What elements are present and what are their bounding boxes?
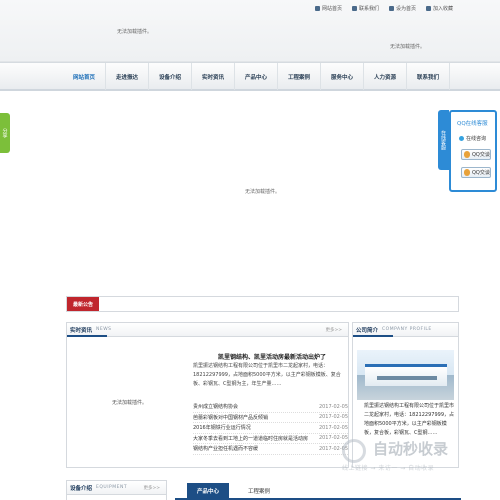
nav-item-cases[interactable]: 工程案例 xyxy=(278,63,321,90)
qq-penguin-icon xyxy=(464,169,470,176)
qq-service-panel: QQ在线客服 在线咨询 QQ交谈 QQ交谈 xyxy=(449,110,497,192)
contact-icon xyxy=(351,6,357,11)
qq-chat-button-2[interactable]: QQ交谈 xyxy=(461,167,491,178)
qq-service-tab[interactable]: 在线客服 xyxy=(438,110,449,170)
main-banner-placeholder: 无法加载插件。 xyxy=(245,189,281,195)
main-nav: 网站首页 走进振达 设备介绍 实时资讯 产品中心 工程案例 服务中心 人力资源 … xyxy=(0,62,500,91)
notice-bar: 最新公告 xyxy=(66,296,459,312)
header-banner-placeholder: 无法加载插件。 xyxy=(390,44,426,50)
home-icon xyxy=(314,6,320,11)
contact-link[interactable]: 联系我们 xyxy=(351,5,379,12)
company-panel-header: 公司简介 COMPANY PROFILE xyxy=(353,323,458,337)
notice-label: 最新公告 xyxy=(67,297,99,311)
header-links: 网站首页 联系我们 设为首页 加入收藏 xyxy=(314,5,453,12)
equipment-title: 设备介绍 xyxy=(70,485,93,492)
watermark-logo-icon xyxy=(342,439,366,463)
building-windows xyxy=(377,376,437,380)
watermark-subtitle: 线上链接 → 来访一 → 自动收录 xyxy=(342,465,435,472)
tab-products[interactable]: 产品中心 xyxy=(187,483,229,498)
watermark: 自动秒收录 线上链接 → 来访一 → 自动收录 xyxy=(330,433,490,481)
qq-online-consult[interactable]: 在线咨询 xyxy=(451,127,495,142)
qq-chat-button-1[interactable]: QQ交谈 xyxy=(461,149,491,160)
nav-item-service[interactable]: 服务中心 xyxy=(321,63,364,90)
online-icon xyxy=(459,136,464,141)
news-more-link[interactable]: 更多>> xyxy=(325,327,342,333)
news-title: 实时资讯 xyxy=(70,327,93,334)
qq-penguin-icon xyxy=(464,151,470,158)
company-title-en: COMPANY PROFILE xyxy=(382,327,432,332)
nav-item-contact[interactable]: 联系我们 xyxy=(407,63,450,90)
nav-item-home[interactable]: 网站首页 xyxy=(63,63,106,90)
featured-news-title[interactable]: 凯里钢结构、凯里活动房最新活动出炉了 xyxy=(218,352,326,361)
equipment-panel-header: 设备介绍 EQUIPMENT 更多>> xyxy=(67,481,166,495)
nav-item-equipment[interactable]: 设备介绍 xyxy=(149,63,192,90)
tab-cases[interactable]: 工程案例 xyxy=(239,483,279,498)
add-favorite-link[interactable]: 加入收藏 xyxy=(425,5,453,12)
homepage-icon xyxy=(388,6,394,11)
list-item[interactable]: 钢结构产业担任机遇而不容缓 2017-02-05 xyxy=(193,444,348,455)
top-header: 网站首页 联系我们 设为首页 加入收藏 无法加载插件。 无法加载插件。 xyxy=(0,0,500,62)
news-image-placeholder: 无法加载插件。 xyxy=(111,399,147,406)
nav-item-about[interactable]: 走进振达 xyxy=(106,63,149,90)
nav-item-products[interactable]: 产品中心 xyxy=(235,63,278,90)
watermark-title: 自动秒收录 xyxy=(373,440,449,458)
news-panel-header: 实时资讯 NEWS 更多>> xyxy=(67,323,348,337)
equipment-more-link[interactable]: 更多>> xyxy=(143,485,160,491)
nav-item-news[interactable]: 实时资讯 xyxy=(192,63,235,90)
company-title: 公司简介 xyxy=(356,327,379,334)
set-homepage-link[interactable]: 设为首页 xyxy=(388,5,416,12)
list-item[interactable]: 贵州成立钢结构协会 2017-02-05 xyxy=(193,402,348,413)
list-item[interactable]: 芭蕾彩钢板对中国钢材产品反倾销 2017-02-05 xyxy=(193,413,348,423)
favorite-icon xyxy=(425,6,431,11)
equipment-title-en: EQUIPMENT xyxy=(96,485,128,490)
equipment-panel: 设备介绍 EQUIPMENT 更多>> xyxy=(66,480,167,500)
qq-service-title: QQ在线客服 xyxy=(457,121,488,127)
home-link[interactable]: 网站首页 xyxy=(314,5,342,12)
title-underline xyxy=(353,335,393,337)
logo-plugin-placeholder: 无法加载插件。 xyxy=(117,29,153,35)
share-tab[interactable]: 分享 xyxy=(0,113,10,153)
list-item[interactable]: 大家冬季去看到工地上的一道道临时住房就是活动房 2017-02-05 xyxy=(193,434,348,444)
company-building-image xyxy=(357,350,454,400)
building-roof xyxy=(365,364,447,386)
news-title-en: NEWS xyxy=(96,327,112,332)
nav-item-hr[interactable]: 人力资源 xyxy=(364,63,407,90)
product-tabs: 产品中心 工程案例 xyxy=(175,480,461,500)
list-item[interactable]: 2016年钢铁行业运行情况 2017-02-05 xyxy=(193,423,348,434)
news-list: 贵州成立钢结构协会 2017-02-05 芭蕾彩钢板对中国钢材产品反倾销 2017-… xyxy=(193,402,348,455)
featured-news-desc: 凯里振达钢结构工程有限公司位于凯里市二龙起家村，电话：18212297999，占… xyxy=(193,363,341,387)
